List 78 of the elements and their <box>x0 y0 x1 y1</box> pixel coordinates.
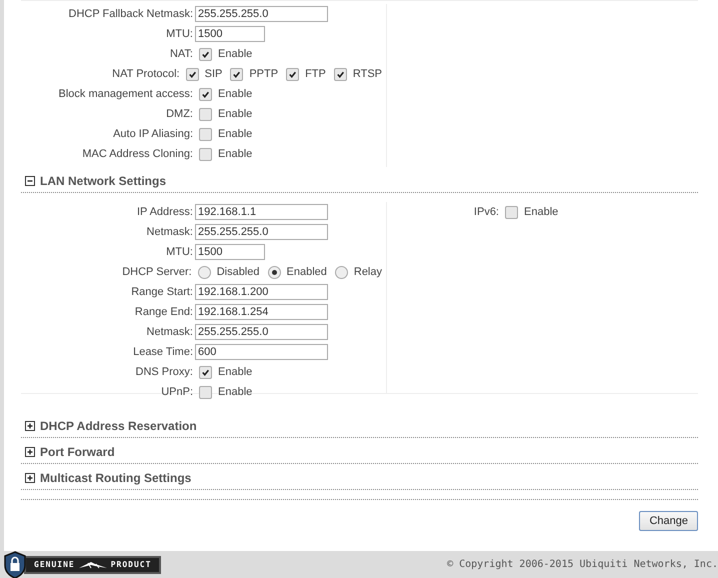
checkmark-icon <box>336 70 345 78</box>
checkbox[interactable] <box>199 108 212 120</box>
field-label: NAT Protocol: <box>111 68 181 80</box>
text-field[interactable]: 1500 <box>195 244 265 260</box>
option-label: Disabled <box>216 266 260 278</box>
radio-button[interactable] <box>198 266 211 278</box>
option-label: Enable <box>218 366 252 378</box>
text-field[interactable]: 192.168.1.1 <box>195 204 328 220</box>
field-label: UPnP: <box>160 386 194 398</box>
checkbox[interactable] <box>199 386 212 398</box>
text-field[interactable]: 600 <box>195 344 328 360</box>
text-field[interactable]: 192.168.1.200 <box>195 284 328 300</box>
field-label: DHCP Server: <box>121 266 193 278</box>
text-field[interactable]: 255.255.255.0 <box>195 224 328 240</box>
checkmark-icon <box>188 70 197 78</box>
checkmark-icon <box>201 90 210 98</box>
option-label: Enabled <box>286 266 327 278</box>
option-label: Enable <box>218 386 252 398</box>
option-label: Relay <box>354 266 382 278</box>
text-field[interactable]: 1500 <box>195 26 265 42</box>
option-label: SIP <box>204 68 222 80</box>
field-label: MTU: <box>165 28 194 40</box>
option-label: FTP <box>305 68 326 80</box>
field-label: IPv6: <box>472 206 500 218</box>
checkmark-icon <box>232 70 242 78</box>
section-header[interactable]: Port Forward <box>21 444 698 464</box>
copyright-text: © Copyright 2006-2015 Ubiquiti Networks, Inc. <box>447 559 718 570</box>
radio-button[interactable] <box>268 266 280 278</box>
option-label: PPTP <box>249 68 278 80</box>
field-label: Netmask: <box>146 226 194 238</box>
checkbox[interactable] <box>286 68 300 80</box>
option-label: Enable <box>218 148 252 160</box>
checkmark-icon <box>201 50 210 58</box>
field-label: DHCP Fallback Netmask: <box>68 8 194 20</box>
checkbox[interactable] <box>199 128 212 140</box>
checkbox[interactable] <box>199 48 212 60</box>
field-label: Range End: <box>134 306 194 318</box>
checkbox[interactable] <box>199 148 212 160</box>
option-label: Enable <box>218 88 252 100</box>
field-label: MTU: <box>165 246 194 258</box>
field-label: Block management access: <box>57 88 194 100</box>
text-field[interactable]: 255.255.255.0 <box>195 6 328 22</box>
field-label: Range Start: <box>130 286 194 298</box>
field-label: Lease Time: <box>132 346 194 358</box>
text-field[interactable]: 255.255.255.0 <box>195 324 328 340</box>
badge-text: PRODUCT <box>110 560 152 569</box>
checkmark-icon <box>201 368 210 376</box>
expand-icon <box>25 473 35 483</box>
change-button[interactable]: Change <box>639 511 698 531</box>
checkbox[interactable] <box>199 88 212 100</box>
option-label: Enable <box>218 48 252 60</box>
option-label: Enable <box>218 128 252 140</box>
checkbox[interactable] <box>186 68 199 80</box>
section-header[interactable]: Multicast Routing Settings <box>21 470 698 490</box>
checkmark-icon <box>288 70 298 78</box>
checkbox[interactable] <box>199 366 212 378</box>
field-label: Auto IP Aliasing: <box>112 128 194 140</box>
section-header[interactable]: LAN Network Settings <box>21 173 698 193</box>
field-label: IP Address: <box>136 206 194 218</box>
field-label: DMZ: <box>165 108 194 120</box>
field-label: DNS Proxy: <box>134 366 194 378</box>
text-field[interactable]: 192.168.1.254 <box>195 304 328 320</box>
expand-icon <box>25 421 35 431</box>
field-label: NAT: <box>168 48 194 60</box>
logo-icon <box>78 560 108 570</box>
badge-text: GENUINE <box>34 560 75 569</box>
option-label: RTSP <box>352 68 382 80</box>
checkbox[interactable] <box>334 68 347 80</box>
section-header[interactable]: DHCP Address Reservation <box>21 418 698 438</box>
checkbox[interactable] <box>230 68 244 80</box>
expand-icon <box>25 447 35 457</box>
option-label: Enable <box>524 206 558 218</box>
field-label: Netmask: <box>146 326 194 338</box>
field-label: MAC Address Cloning: <box>81 148 194 160</box>
checkbox[interactable] <box>505 206 518 218</box>
collapse-icon <box>25 176 35 186</box>
radio-button[interactable] <box>334 266 348 278</box>
option-label: Enable <box>218 108 252 120</box>
